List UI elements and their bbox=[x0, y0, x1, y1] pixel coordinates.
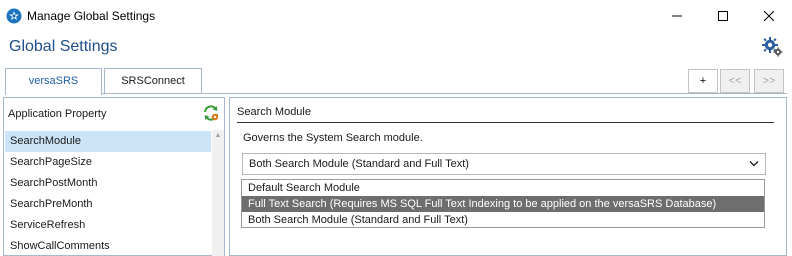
previous-button[interactable]: << bbox=[720, 69, 750, 93]
close-icon bbox=[764, 11, 774, 21]
list-item[interactable]: SearchModule bbox=[5, 131, 211, 152]
add-button[interactable]: + bbox=[688, 69, 718, 93]
chevron-down-icon bbox=[749, 161, 759, 167]
list-item[interactable]: ShowCallComments bbox=[5, 236, 211, 256]
settings-gear-icon[interactable] bbox=[760, 36, 784, 58]
next-button[interactable]: >> bbox=[754, 69, 784, 93]
select-dropdown: Default Search Module Full Text Search (… bbox=[241, 179, 765, 228]
tab-underline bbox=[5, 93, 787, 94]
property-list: SearchModule SearchPageSize SearchPostMo… bbox=[5, 131, 211, 256]
dropdown-option[interactable]: Both Search Module (Standard and Full Te… bbox=[242, 212, 764, 228]
vertical-scrollbar[interactable]: ▲ bbox=[212, 130, 224, 256]
close-button[interactable] bbox=[746, 0, 792, 32]
application-property-panel: Application Property SearchModule Search… bbox=[3, 97, 225, 256]
list-item[interactable]: SearchPageSize bbox=[5, 152, 211, 173]
maximize-icon bbox=[718, 11, 728, 21]
refresh-icon[interactable] bbox=[202, 104, 220, 122]
select-value: Both Search Module (Standard and Full Te… bbox=[249, 158, 469, 170]
search-module-select[interactable]: Both Search Module (Standard and Full Te… bbox=[242, 153, 766, 175]
dropdown-option[interactable]: Default Search Module bbox=[242, 180, 764, 196]
app-icon bbox=[6, 8, 22, 24]
search-module-panel: Search Module Governs the System Search … bbox=[229, 97, 787, 256]
tab-srsconnect[interactable]: SRSConnect bbox=[104, 68, 202, 94]
list-item[interactable]: SearchPreMonth bbox=[5, 194, 211, 215]
minimize-button[interactable] bbox=[654, 0, 700, 32]
dropdown-option[interactable]: Full Text Search (Requires MS SQL Full T… bbox=[242, 196, 764, 212]
panel-header: Application Property bbox=[8, 108, 107, 120]
list-item[interactable]: ServiceRefresh bbox=[5, 215, 211, 236]
module-title: Search Module bbox=[237, 106, 311, 118]
minimize-icon bbox=[672, 15, 682, 17]
divider bbox=[237, 122, 774, 123]
module-description: Governs the System Search module. bbox=[243, 132, 423, 144]
window-title: Manage Global Settings bbox=[27, 9, 156, 23]
page-title: Global Settings bbox=[9, 38, 118, 55]
maximize-button[interactable] bbox=[700, 0, 746, 32]
tab-versasrs[interactable]: versaSRS bbox=[5, 68, 102, 95]
scroll-up-arrow-icon[interactable]: ▲ bbox=[212, 130, 224, 142]
list-item[interactable]: SearchPostMonth bbox=[5, 173, 211, 194]
title-bar: Manage Global Settings bbox=[0, 0, 792, 32]
